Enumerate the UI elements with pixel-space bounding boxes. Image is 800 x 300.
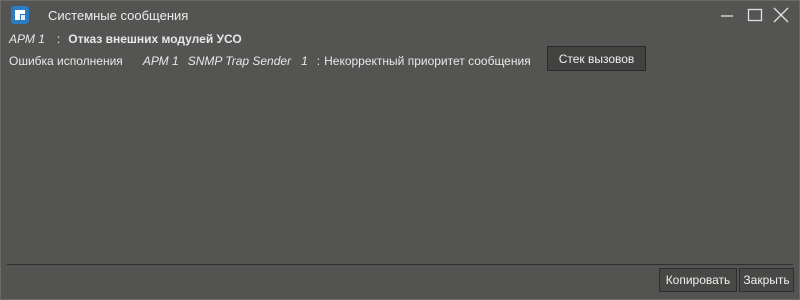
error-separator: : [316, 54, 321, 68]
message-detail: Ошибка исполнения АРМ 1 SNMP Trap Sender 1:… [9, 54, 531, 68]
minimize-icon [721, 15, 733, 17]
maximize-button[interactable] [744, 5, 766, 25]
error-source: АРМ 1 [142, 54, 179, 68]
message-source: АРМ 1 [9, 32, 45, 46]
error-module: SNMP Trap Sender [187, 54, 292, 68]
call-stack-button[interactable]: Стек вызовов [547, 46, 646, 71]
close-window-button[interactable] [770, 5, 792, 25]
messages-list[interactable]: АРМ 1: Отказ внешних модулей УСО Ошибка и… [7, 30, 793, 265]
window-title: Системные сообщения [48, 8, 189, 23]
error-number: 1 [301, 54, 308, 68]
close-button[interactable]: Закрыть [739, 268, 794, 292]
copy-button[interactable]: Копировать [659, 268, 737, 292]
close-icon [773, 7, 789, 23]
system-messages-window: Системные сообщения АРМ 1: Отказ внешних … [0, 0, 800, 300]
error-type: Ошибка исполнения [9, 54, 123, 68]
message-header-text: Отказ внешних модулей УСО [68, 32, 242, 46]
message-separator: : [56, 32, 61, 46]
app-logo-icon [11, 6, 29, 24]
message-header: АРМ 1: Отказ внешних модулей УСО [9, 32, 242, 46]
maximize-icon [747, 8, 763, 22]
minimize-button[interactable] [716, 5, 738, 25]
title-bar[interactable]: Системные сообщения [1, 1, 799, 29]
error-text: Некорректный приоритет сообщения [324, 54, 531, 68]
